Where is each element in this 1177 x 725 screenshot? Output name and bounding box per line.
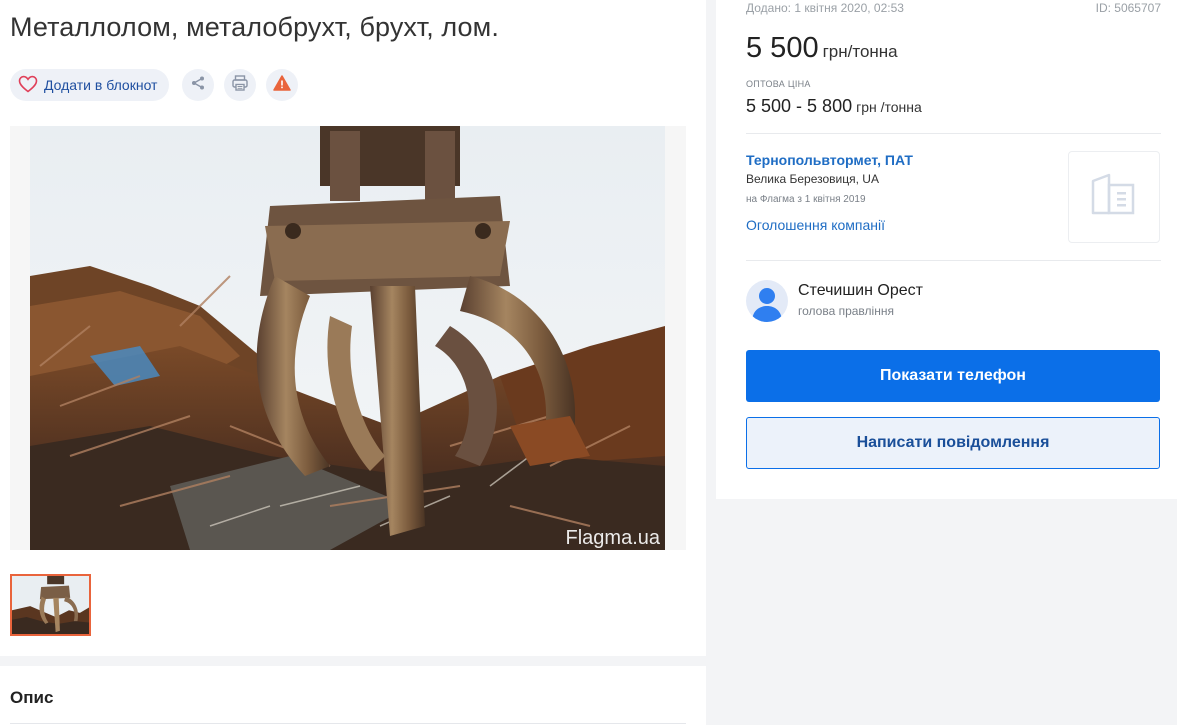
company-logo[interactable] xyxy=(1068,151,1160,243)
company-location: Велика Березовиця, UA xyxy=(746,172,879,186)
user-icon xyxy=(752,288,782,322)
add-to-notepad-button[interactable]: Додати в блокнот xyxy=(10,69,170,101)
divider xyxy=(746,133,1161,134)
description-title: Опис xyxy=(10,688,54,707)
company-name-link[interactable]: Тернопольвтормет, ПАТ xyxy=(746,152,913,168)
add-to-notepad-label: Додати в блокнот xyxy=(44,77,158,93)
price: 5 500 грн/тонна xyxy=(746,32,898,65)
building-icon xyxy=(1089,173,1139,222)
thumbnail-image xyxy=(12,576,89,634)
report-button[interactable] xyxy=(266,69,298,101)
price-unit: грн/тонна xyxy=(822,42,898,61)
description-section: Опис xyxy=(0,666,706,725)
description-divider xyxy=(10,723,686,724)
warning-icon xyxy=(273,74,291,96)
wholesale-price-unit: грн /тонна xyxy=(856,99,922,115)
company-member-since: на Флагма з 1 квітня 2019 xyxy=(746,194,866,205)
divider xyxy=(746,260,1161,261)
seller-sidebar: Додано: 1 квітня 2020, 02:53 ID: 5065707… xyxy=(716,0,1177,499)
share-button[interactable] xyxy=(182,69,214,101)
avatar xyxy=(746,280,788,322)
print-button[interactable] xyxy=(224,69,256,101)
wholesale-price: 5 500 - 5 800 грн /тонна xyxy=(746,96,922,117)
heart-icon xyxy=(18,75,38,96)
write-message-button[interactable]: Написати повідомлення xyxy=(746,417,1160,469)
photo-thumbnail[interactable] xyxy=(10,574,91,636)
main-photo[interactable]: Flagma.ua xyxy=(10,126,686,550)
company-ads-link[interactable]: Оголошення компанії xyxy=(746,217,885,233)
wholesale-price-label: оптова ціна xyxy=(746,79,811,89)
wholesale-price-value: 5 500 - 5 800 xyxy=(746,96,853,116)
page-title: Металлолом, металобрухт, брухт, лом. xyxy=(10,12,499,42)
scrap-metal-photo: Flagma.ua xyxy=(30,126,665,550)
posted-date: Додано: 1 квітня 2020, 02:53 xyxy=(746,1,904,15)
listing-id: ID: 5065707 xyxy=(1095,1,1161,15)
photo-watermark: Flagma.ua xyxy=(566,527,661,549)
contact-role: голова правління xyxy=(798,304,894,318)
contact-name: Стечишин Орест xyxy=(798,282,923,299)
share-icon xyxy=(190,75,206,96)
price-value: 5 500 xyxy=(746,32,819,64)
listing-card: Металлолом, металобрухт, брухт, лом. Дод… xyxy=(0,0,706,656)
show-phone-button[interactable]: Показати телефон xyxy=(746,350,1160,402)
printer-icon xyxy=(231,74,249,97)
